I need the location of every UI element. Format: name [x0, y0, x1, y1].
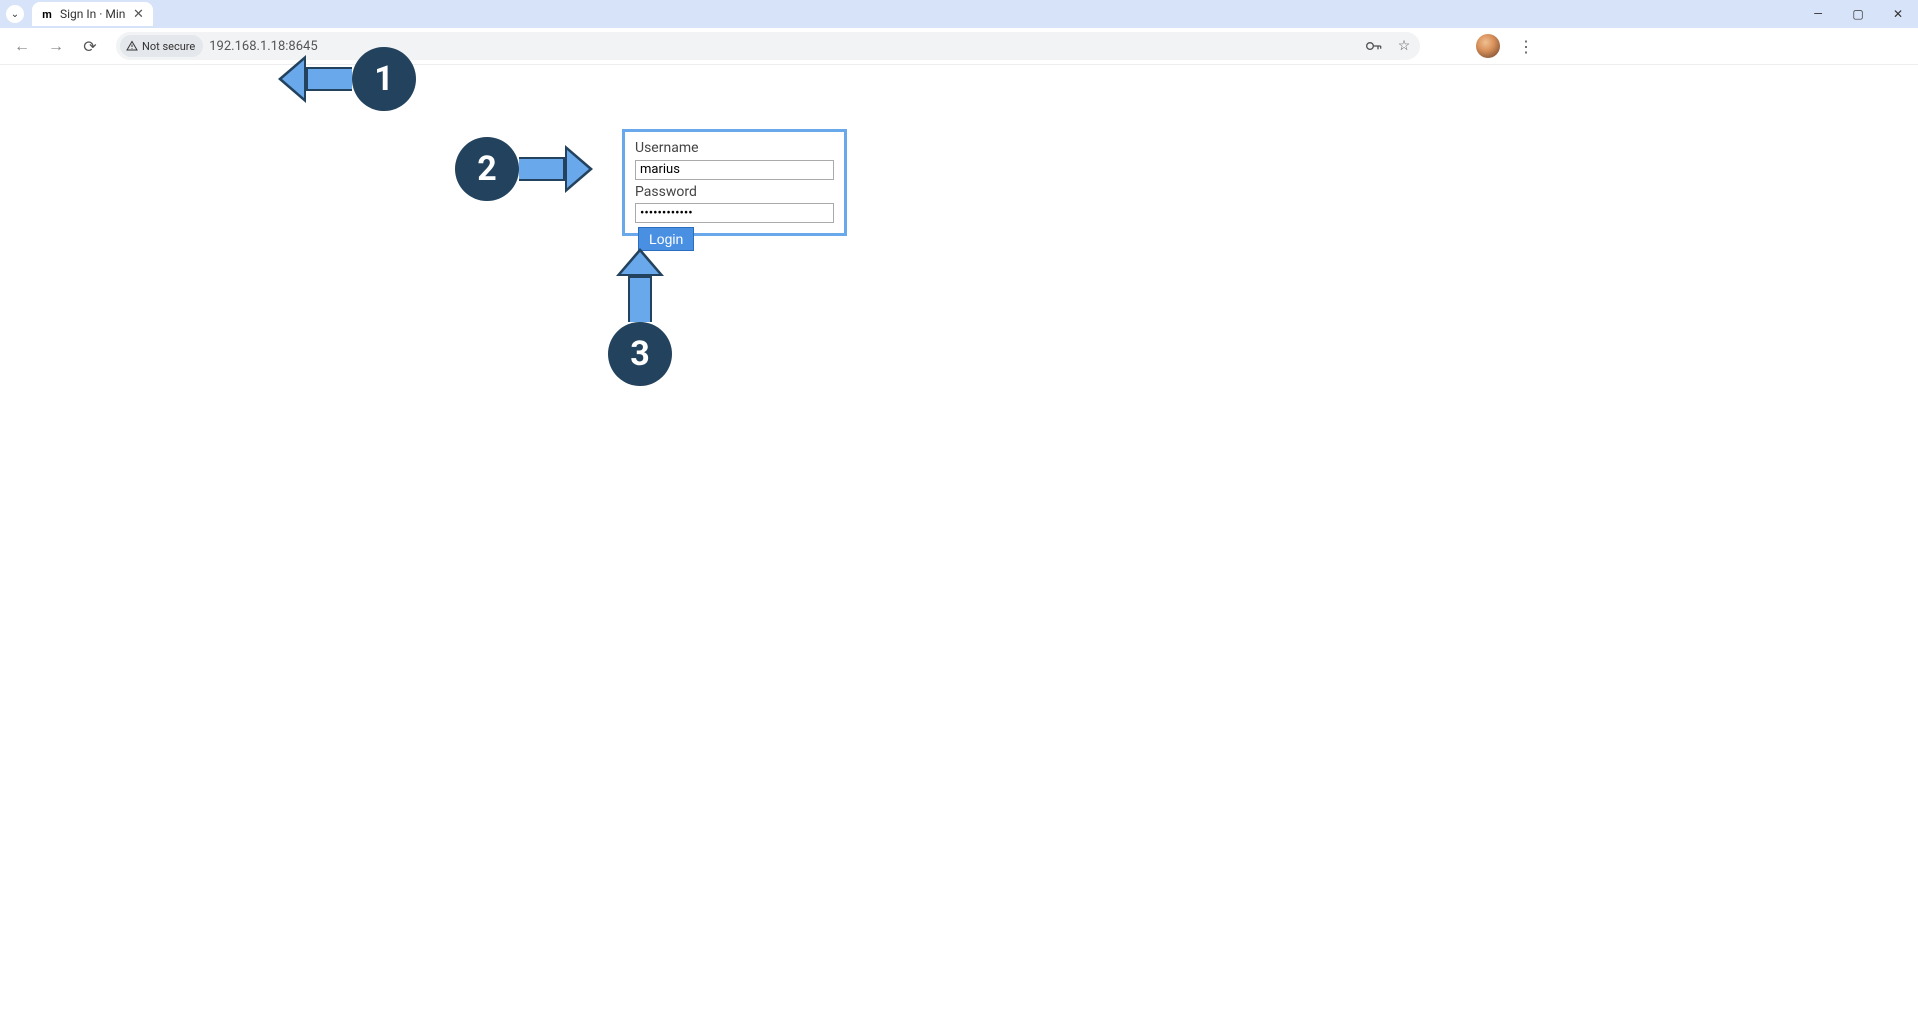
password-manager-icon[interactable] [1362, 34, 1386, 58]
close-tab-icon[interactable]: ✕ [131, 7, 145, 22]
tab-title: Sign In · Min [60, 7, 125, 21]
close-window-button[interactable]: ✕ [1878, 0, 1918, 28]
arrow-left-icon [278, 55, 306, 103]
annotation-step-2: 2 [455, 137, 593, 201]
tabs-dropdown-button[interactable]: ⌄ [6, 5, 24, 23]
arrow-right-icon: → [48, 36, 64, 56]
password-label: Password [635, 184, 834, 200]
annotation-step-3: 3 [608, 248, 672, 386]
password-input[interactable] [635, 203, 834, 223]
maximize-button[interactable]: ▢ [1838, 0, 1878, 28]
bookmark-star-icon[interactable]: ☆ [1392, 34, 1416, 58]
warning-icon [126, 40, 138, 52]
kebab-menu-icon: ⋮ [1518, 37, 1534, 56]
arrow-right-icon [565, 145, 593, 193]
username-input[interactable] [635, 160, 834, 180]
security-label: Not secure [142, 40, 195, 53]
reload-button[interactable]: ⟳ [76, 32, 104, 60]
browser-menu-button[interactable]: ⋮ [1512, 32, 1540, 60]
page-content: 1 Username Password Login 2 3 [0, 64, 1918, 1027]
browser-tab-strip: ⌄ m Sign In · Min ✕ — ▢ ✕ [0, 0, 1918, 28]
annotation-badge: 2 [455, 137, 519, 201]
profile-avatar[interactable] [1476, 34, 1500, 58]
username-label: Username [635, 140, 834, 156]
arrow-up-icon [616, 248, 664, 276]
annotation-badge: 3 [608, 322, 672, 386]
annotation-step-1: 1 [278, 47, 416, 111]
chevron-down-icon: ⌄ [11, 9, 19, 20]
forward-button[interactable]: → [42, 32, 70, 60]
browser-tab[interactable]: m Sign In · Min ✕ [32, 2, 153, 26]
security-indicator[interactable]: Not secure [120, 35, 203, 57]
reload-icon: ⟳ [83, 37, 96, 56]
login-form: Username Password [622, 129, 847, 236]
tab-favicon-icon: m [40, 7, 54, 21]
arrow-left-icon: ← [14, 36, 30, 56]
back-button[interactable]: ← [8, 32, 36, 60]
minimize-button[interactable]: — [1798, 0, 1838, 28]
window-controls: — ▢ ✕ [1798, 0, 1918, 28]
annotation-badge: 1 [352, 47, 416, 111]
